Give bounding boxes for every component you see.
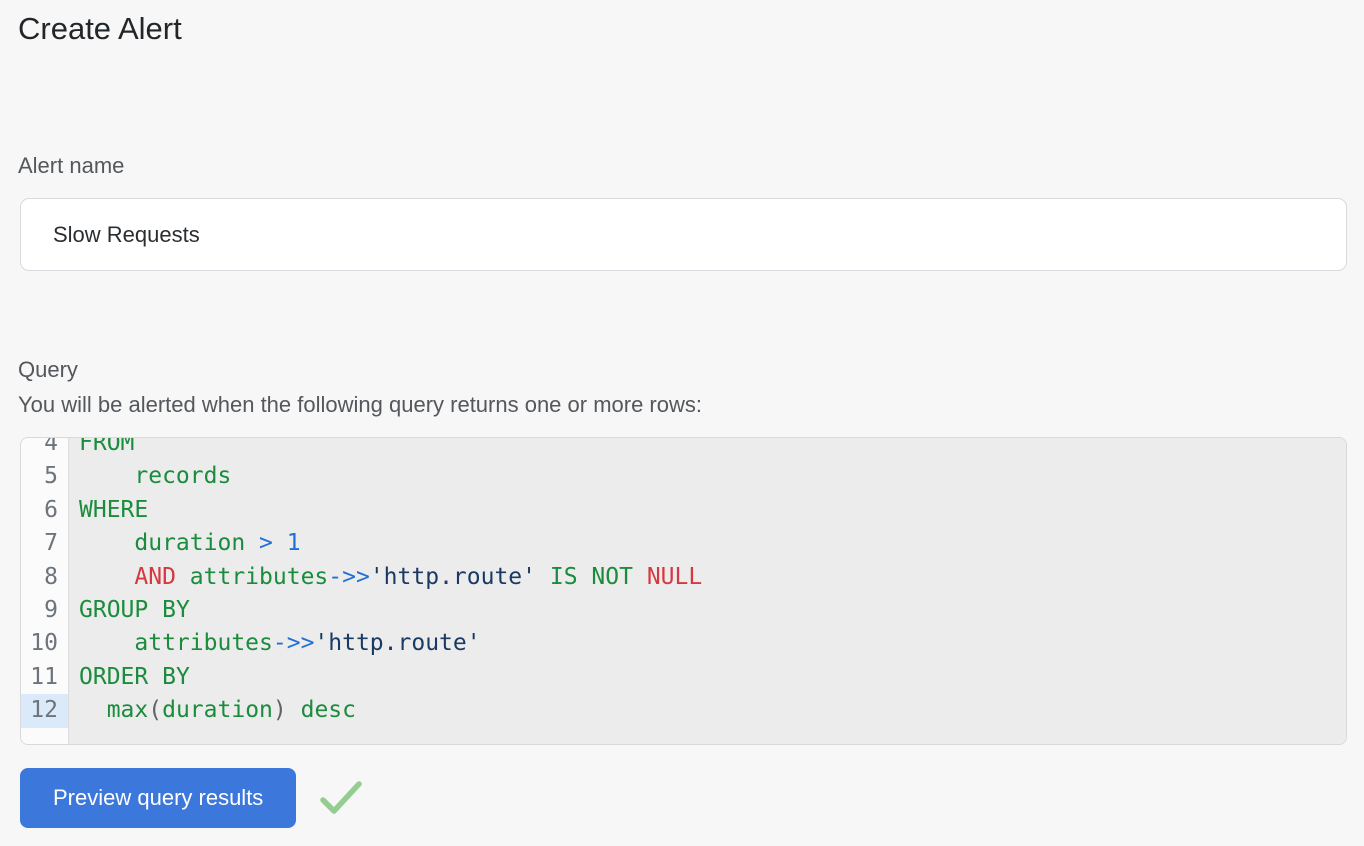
check-icon <box>318 777 364 819</box>
line-number: 6 <box>21 494 68 527</box>
query-editor[interactable]: 456789101112 FROM recordsWHERE duration … <box>20 437 1347 745</box>
query-description: You will be alerted when the following q… <box>18 391 1347 419</box>
code-line[interactable]: WHERE <box>69 494 1346 527</box>
line-number: 5 <box>21 460 68 493</box>
preview-query-results-button[interactable]: Preview query results <box>20 768 296 828</box>
line-number: 4 <box>21 438 68 460</box>
editor-code-area[interactable]: FROM recordsWHERE duration > 1 AND attri… <box>69 438 1346 744</box>
line-number: 10 <box>21 627 68 660</box>
line-number: 11 <box>21 661 68 694</box>
line-number: 9 <box>21 594 68 627</box>
editor-gutter: 456789101112 <box>21 438 69 744</box>
code-line[interactable]: GROUP BY <box>69 594 1346 627</box>
alert-name-label: Alert name <box>18 152 1347 180</box>
line-number: 7 <box>21 527 68 560</box>
create-alert-page: Create Alert Alert name Query You will b… <box>0 0 1364 846</box>
alert-name-input[interactable] <box>20 198 1347 271</box>
page-title: Create Alert <box>18 10 1347 48</box>
code-line[interactable]: FROM <box>69 438 1346 460</box>
line-number: 12 <box>21 694 68 727</box>
code-line[interactable]: max(duration) desc <box>69 694 1346 727</box>
code-line[interactable]: attributes->>'http.route' <box>69 627 1346 660</box>
code-line[interactable]: ORDER BY <box>69 661 1346 694</box>
actions-row: Preview query results <box>20 768 1347 828</box>
code-line[interactable]: AND attributes->>'http.route' IS NOT NUL… <box>69 561 1346 594</box>
line-number: 8 <box>21 561 68 594</box>
code-line[interactable]: duration > 1 <box>69 527 1346 560</box>
code-line[interactable]: records <box>69 460 1346 493</box>
query-label: Query <box>18 356 1347 384</box>
